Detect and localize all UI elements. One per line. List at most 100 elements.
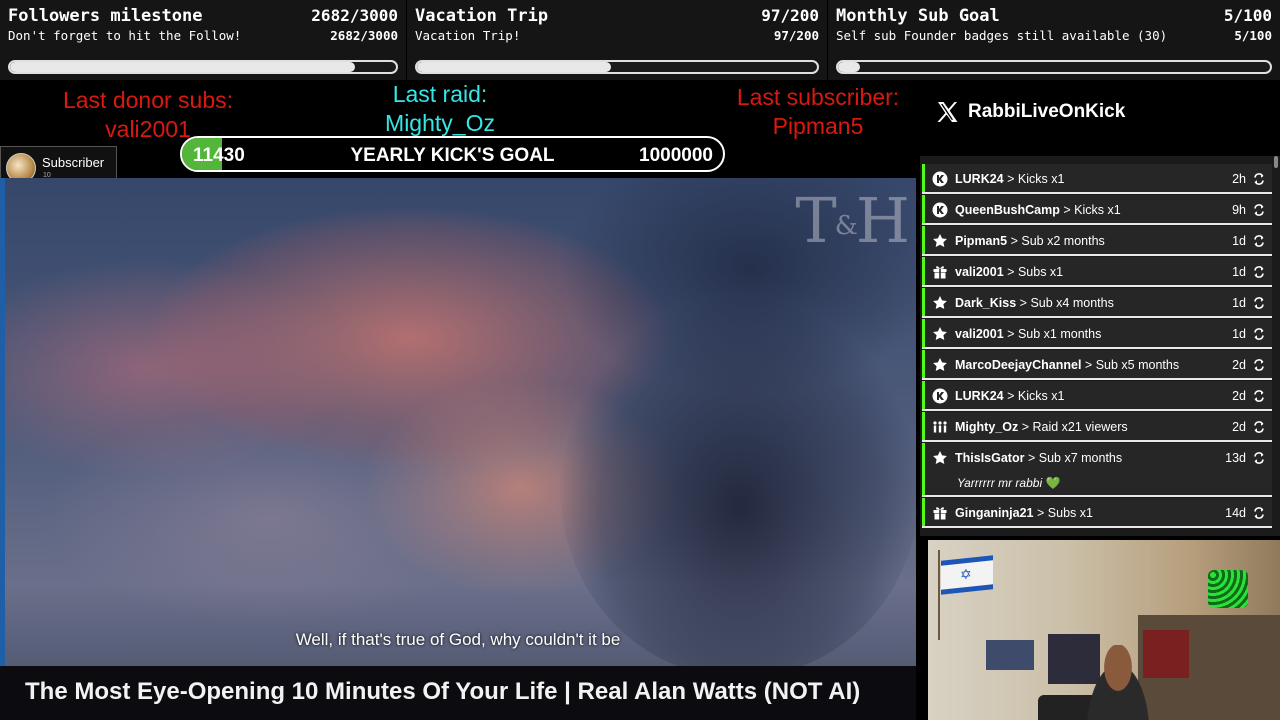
feed-item-time: 1d bbox=[1232, 234, 1246, 248]
feed-item: vali2001 > Sub x1 months 1d bbox=[922, 319, 1272, 349]
feed-item-user: Dark_Kiss bbox=[955, 296, 1017, 310]
watermark-t: T bbox=[795, 184, 836, 257]
goal-progress-fill bbox=[10, 62, 356, 72]
feed-item-user: vali2001 bbox=[955, 327, 1004, 341]
feed-item-action: Sub x4 months bbox=[1030, 296, 1114, 310]
replay-icon[interactable] bbox=[1252, 358, 1266, 372]
feed-item-text: LURK24 > Kicks x1 bbox=[955, 172, 1064, 186]
feed-item-accent bbox=[922, 195, 925, 223]
streamer bbox=[1078, 645, 1158, 720]
feed-item: Mighty_Oz > Raid x21 viewers 2d bbox=[922, 412, 1272, 442]
feed-item-message-text: Yarrrrrr mr rabbi bbox=[957, 476, 1043, 490]
feed-item-text: Dark_Kiss > Sub x4 months bbox=[955, 296, 1114, 310]
feed-item: Ginganinja21 > Subs x1 14d bbox=[922, 498, 1272, 528]
goal-progress-fill bbox=[417, 62, 611, 72]
feed-item-separator: > bbox=[1063, 203, 1071, 217]
main-video[interactable]: T&H Well, if that's true of God, why cou… bbox=[0, 178, 916, 720]
feed-item-separator: > bbox=[1007, 265, 1015, 279]
feed-item-user: MarcoDeejayChannel bbox=[955, 358, 1082, 372]
replay-icon[interactable] bbox=[1252, 451, 1266, 465]
feed-scrollbar[interactable] bbox=[1274, 156, 1278, 168]
green-pattern-decoration bbox=[1208, 570, 1248, 608]
feed-item-separator: > bbox=[1007, 172, 1015, 186]
goal-progress-fill bbox=[838, 62, 860, 72]
flagpole bbox=[938, 550, 940, 640]
watermark-h: H bbox=[855, 184, 910, 257]
feed-item-time: 2d bbox=[1232, 420, 1246, 434]
goal-count: 97/200 bbox=[761, 6, 819, 25]
replay-icon[interactable] bbox=[1252, 203, 1266, 217]
replay-icon[interactable] bbox=[1252, 234, 1266, 248]
replay-icon[interactable] bbox=[1252, 296, 1266, 310]
goal-followers: Followers milestone 2682/3000 Don't forg… bbox=[0, 0, 406, 80]
israel-flag-icon: ✡ bbox=[941, 555, 993, 595]
feed-item-time: 14d bbox=[1225, 506, 1246, 520]
feed-item-time: 1d bbox=[1232, 265, 1246, 279]
feed-item-text: Pipman5 > Sub x2 months bbox=[955, 234, 1105, 248]
last-subscriber-label: Last subscriber: bbox=[736, 84, 900, 110]
last-subscriber: Last subscriber: Pipman5 bbox=[706, 83, 930, 141]
feed-item-user: Pipman5 bbox=[955, 234, 1008, 248]
feed-item-action: Subs x1 bbox=[1017, 265, 1064, 279]
feed-item-user: QueenBushCamp bbox=[955, 203, 1060, 217]
replay-icon[interactable] bbox=[1252, 172, 1266, 186]
feed-item-accent bbox=[922, 381, 925, 409]
goal-count-small: 97/200 bbox=[773, 28, 819, 43]
feed-item-action: Kicks x1 bbox=[1074, 203, 1121, 217]
feed-item-action: Sub x2 months bbox=[1021, 234, 1105, 248]
feed-item-action: Subs x1 bbox=[1047, 506, 1093, 520]
feed-item-text: ThisIsGator > Sub x7 months bbox=[955, 451, 1122, 465]
feed-item: MarcoDeejayChannel > Sub x5 months 2d bbox=[922, 350, 1272, 380]
last-donor-label: Last donor subs: bbox=[62, 87, 234, 113]
feed-item-accent bbox=[922, 443, 925, 495]
feed-item-separator: > bbox=[1021, 420, 1029, 434]
feed-item: vali2001 > Subs x1 1d bbox=[922, 257, 1272, 287]
feed-item-separator: > bbox=[1084, 358, 1093, 372]
feed-item-text: Ginganinja21 > Subs x1 bbox=[955, 506, 1093, 520]
webcam-feed: ✡ bbox=[928, 540, 1280, 720]
video-cloud bbox=[40, 408, 500, 628]
star-icon bbox=[932, 357, 948, 373]
replay-icon[interactable] bbox=[1252, 420, 1266, 434]
feed-item-user: LURK24 bbox=[955, 389, 1004, 403]
feed-item-text: LURK24 > Kicks x1 bbox=[955, 389, 1064, 403]
feed-item-accent bbox=[922, 350, 925, 378]
feed-item-accent bbox=[922, 288, 925, 316]
kick-icon bbox=[932, 388, 948, 404]
feed-item-separator: > bbox=[1019, 296, 1027, 310]
feed-item-text: Mighty_Oz > Raid x21 viewers bbox=[955, 420, 1128, 434]
feed-item-time: 2d bbox=[1232, 358, 1246, 372]
feed-item-accent bbox=[922, 498, 925, 526]
channel-watermark: T&H bbox=[795, 184, 910, 257]
goal-monthly-subs: Monthly Sub Goal 5/100 Self sub Founder … bbox=[828, 0, 1280, 80]
kick-icon bbox=[932, 171, 948, 187]
video-caption: Well, if that's true of God, why couldn'… bbox=[295, 630, 621, 649]
goal-vacation: Vacation Trip 97/200 Vacation Trip! 97/2… bbox=[407, 0, 827, 80]
last-subscriber-value: Pipman5 bbox=[772, 113, 864, 139]
feed-item-separator: > bbox=[1027, 451, 1036, 465]
video-title-bar: The Most Eye-Opening 10 Minutes Of Your … bbox=[0, 666, 916, 720]
replay-icon[interactable] bbox=[1252, 506, 1266, 520]
feed-item-text: vali2001 > Subs x1 bbox=[955, 265, 1063, 279]
yearly-kick-goal: YEARLY KICK'S GOAL 11430 1000000 bbox=[180, 136, 725, 172]
feed-item-action: Sub x5 months bbox=[1095, 358, 1180, 372]
feed-item-text: QueenBushCamp > Kicks x1 bbox=[955, 203, 1121, 217]
replay-icon[interactable] bbox=[1252, 265, 1266, 279]
replay-icon[interactable] bbox=[1252, 327, 1266, 341]
feed-item-time: 1d bbox=[1232, 327, 1246, 341]
feed-item-accent bbox=[922, 412, 925, 440]
feed-item: Dark_Kiss > Sub x4 months 1d bbox=[922, 288, 1272, 318]
replay-icon[interactable] bbox=[1252, 389, 1266, 403]
feed-item-time: 9h bbox=[1232, 203, 1246, 217]
activity-feed[interactable]: LURK24 > Kicks x1 2h QueenBushCamp > Kicks… bbox=[920, 156, 1280, 536]
star-icon bbox=[932, 295, 948, 311]
webcam-poster bbox=[986, 640, 1034, 670]
x-handle-text: RabbiLiveOnKick bbox=[968, 101, 1126, 122]
goal-subtitle: Self sub Founder badges still available … bbox=[836, 28, 1168, 43]
kick-icon bbox=[932, 202, 948, 218]
feed-item-action: Kicks x1 bbox=[1017, 172, 1065, 186]
goal-title: Followers milestone bbox=[8, 6, 203, 26]
feed-item-user: Ginganinja21 bbox=[955, 506, 1034, 520]
goal-count: 2682/3000 bbox=[311, 6, 398, 25]
goal-progress-bar bbox=[8, 60, 398, 74]
